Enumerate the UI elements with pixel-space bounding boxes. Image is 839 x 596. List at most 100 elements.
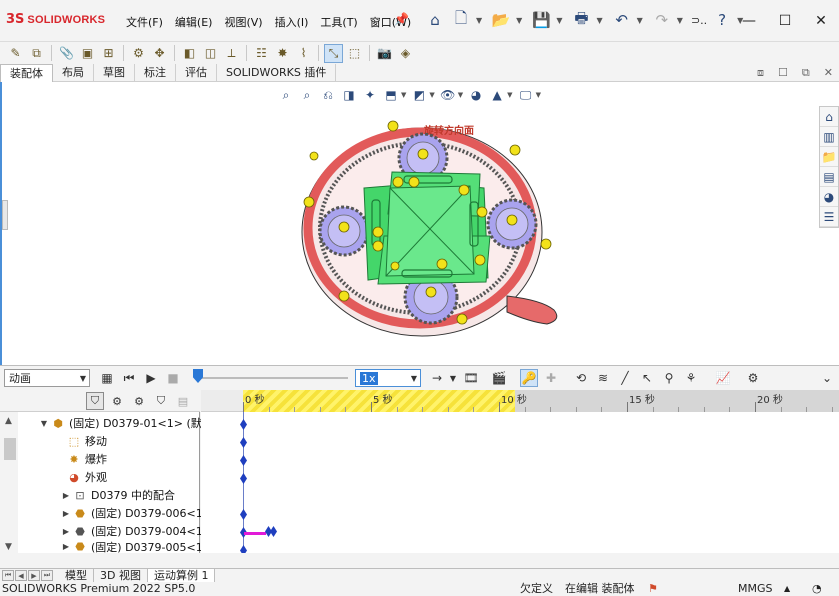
change-bar[interactable] <box>244 532 266 535</box>
resources-home-icon[interactable]: ⌂ <box>820 107 838 127</box>
custom-properties-icon[interactable]: ☰ <box>820 207 838 227</box>
bill-of-materials-icon[interactable]: ☷ <box>252 44 271 63</box>
keyframe[interactable] <box>240 545 247 553</box>
playback-slider-thumb[interactable] <box>193 369 203 383</box>
maximize-icon[interactable]: ☐ <box>767 0 803 42</box>
chevron-down-icon[interactable]: ▼ <box>444 369 462 387</box>
chevron-up-icon[interactable]: ▲ <box>784 582 790 596</box>
zoom-to-area-icon[interactable]: ⌕ <box>299 87 315 103</box>
minimize-icon[interactable]: — <box>731 0 767 42</box>
section-view-icon[interactable]: ◨ <box>341 87 357 103</box>
edit-component-icon[interactable]: ✎ <box>6 44 25 63</box>
assembly-features-icon[interactable]: ◫ <box>201 44 220 63</box>
appearances-icon[interactable]: ◕ <box>820 187 838 207</box>
force-icon[interactable]: ↖ <box>638 369 656 387</box>
expand-icon[interactable]: ▶ <box>60 527 72 536</box>
hide-show-items-icon[interactable]: 👁 <box>440 87 456 103</box>
undo-icon[interactable]: ↶ <box>611 8 633 32</box>
timeline-horizontal-scrollbar[interactable] <box>201 553 839 569</box>
gravity-icon[interactable]: ⚘ <box>682 369 700 387</box>
chevron-down-icon[interactable]: ▼ <box>596 16 602 25</box>
study-type-select[interactable]: 动画 ▼ <box>4 369 90 387</box>
motor-icon[interactable]: ⟲ <box>572 369 590 387</box>
instant3d-icon[interactable]: ⤡ <box>324 43 343 63</box>
smart-fasteners-icon[interactable]: ⚙ <box>129 44 148 63</box>
collapse-tree-icon[interactable]: ▤ <box>174 392 192 410</box>
filter-animated-icon[interactable]: ⛉ <box>86 392 104 410</box>
results-plots-icon[interactable]: 📈 <box>714 369 732 387</box>
help-icon[interactable]: ? <box>711 8 733 32</box>
tree-scroll-thumb[interactable] <box>4 438 16 460</box>
stop-icon[interactable]: ■ <box>164 369 182 387</box>
pin-menu-icon[interactable]: 📌 <box>394 12 409 26</box>
assembly-model[interactable]: 旋转方向面 <box>292 114 572 364</box>
keyframe[interactable] <box>240 419 247 430</box>
zoom-to-fit-icon[interactable]: ⌕ <box>278 87 294 103</box>
tab-evaluate[interactable]: 评估 <box>176 64 217 82</box>
new-document-icon[interactable]: 🗋 <box>450 8 472 32</box>
tab-motion-study-1[interactable]: 运动算例 1 <box>147 568 216 583</box>
chevron-down-icon[interactable]: ▼ <box>556 16 562 25</box>
show-hidden-icon[interactable]: ◧ <box>180 44 199 63</box>
tree-item-mates[interactable]: ▶ ⊡ D0379 中的配合 <box>60 486 175 504</box>
contact-icon[interactable]: ⚲ <box>660 369 678 387</box>
keyframe[interactable] <box>240 455 247 466</box>
status-units[interactable]: MMGS <box>738 582 773 596</box>
mate-icon[interactable]: 📎 <box>57 44 76 63</box>
chevron-down-icon[interactable]: ▼ <box>516 16 522 25</box>
redo-icon[interactable]: ↷ <box>651 8 673 32</box>
next-tab-icon[interactable]: ▶ <box>28 570 40 581</box>
autokey-icon[interactable]: 🔑 <box>520 369 538 387</box>
last-tab-icon[interactable]: ⏭ <box>41 570 53 581</box>
linear-pattern-icon[interactable]: ⊞ <box>99 44 118 63</box>
apply-scene-icon[interactable]: ▲ <box>489 87 505 103</box>
view-orientation-icon[interactable]: ⬒ <box>383 87 399 103</box>
dynamic-annotation-icon[interactable]: ✦ <box>362 87 378 103</box>
tree-item-explode[interactable]: ✸ 爆炸 <box>66 450 107 468</box>
motion-timeline[interactable]: 0 秒 5 秒 10 秒 15 秒 20 秒 ⌕ ⊕ ⊖ <box>201 390 839 553</box>
filter-driving-icon[interactable]: ⚙ <box>108 392 126 410</box>
menu-insert[interactable]: 插入(I) <box>269 14 315 30</box>
move-component-icon[interactable]: ✥ <box>150 44 169 63</box>
tree-scrollbar[interactable]: ▲ ▼ <box>0 412 18 553</box>
tree-item-part-006[interactable]: ▶ ⬣ (固定) D0379-006<1: <box>60 504 207 522</box>
print-icon[interactable]: 🖶 <box>570 8 592 32</box>
expand-icon[interactable]: ▶ <box>60 542 72 551</box>
tab-addins[interactable]: SOLIDWORKS 插件 <box>217 64 337 82</box>
tree-item-appearance[interactable]: ◕ 外观 <box>66 468 107 486</box>
previous-view-icon[interactable]: ⎌ <box>320 87 336 103</box>
chevron-down-icon[interactable]: ▼ <box>677 16 683 25</box>
design-library-icon[interactable]: ▥ <box>820 127 838 147</box>
close-icon[interactable]: ✕ <box>803 0 839 42</box>
tab-assembly[interactable]: 装配体 <box>0 64 53 82</box>
play-from-start-icon[interactable]: ⏮ <box>120 369 138 387</box>
open-icon[interactable]: 📂 <box>490 8 512 32</box>
reference-geometry-icon[interactable]: ⟂ <box>222 44 241 63</box>
first-tab-icon[interactable]: ⏮ <box>2 570 14 581</box>
collapse-motion-manager-icon[interactable]: ⌄ <box>818 369 836 387</box>
tab-model[interactable]: 模型 <box>59 568 94 583</box>
menu-window[interactable]: 窗口(W) <box>364 14 417 30</box>
chevron-down-icon[interactable]: ▼ <box>401 91 406 99</box>
graphics-area[interactable]: ⌕ ⌕ ⎌ ◨ ✦ ⬒ ▼ ◩ ▼ 👁 ▼ ◕ ▲ ▼ 🖵 ▼ ⌂ ▥ 📁 ▤ ◕ ☰ 旋… <box>0 82 839 365</box>
keyframe[interactable] <box>240 437 247 448</box>
playback-speed-select[interactable]: 1x ▼ <box>355 369 421 387</box>
chevron-down-icon[interactable]: ▼ <box>536 91 541 99</box>
menu-edit[interactable]: 编辑(E) <box>169 14 219 30</box>
study-properties-icon[interactable]: ⚙ <box>744 369 762 387</box>
filter-selected-icon[interactable]: ⚙ <box>130 392 148 410</box>
chevron-down-icon[interactable]: ▼ <box>507 91 512 99</box>
chevron-down-icon[interactable]: ▼ <box>637 16 643 25</box>
damper-icon[interactable]: ╱ <box>616 369 634 387</box>
solidworks-logo[interactable]: 3S SOLIDWORKS <box>6 12 105 27</box>
feature-manager-handle[interactable] <box>2 200 8 230</box>
scroll-down-icon[interactable]: ▼ <box>5 542 12 552</box>
tree-item-part-004[interactable]: ▶ ⬣ (固定) D0379-004<1: <box>60 522 207 540</box>
menu-view[interactable]: 视图(V) <box>218 14 268 30</box>
rebuild-icon[interactable]: ⚑ <box>648 582 658 596</box>
doc-cascade-icon[interactable]: ⧉ <box>802 66 810 80</box>
chevron-down-icon[interactable]: ▼ <box>476 16 482 25</box>
expand-icon[interactable]: ▼ <box>38 419 50 428</box>
play-icon[interactable]: ▶ <box>142 369 160 387</box>
keyframe[interactable] <box>240 473 247 484</box>
